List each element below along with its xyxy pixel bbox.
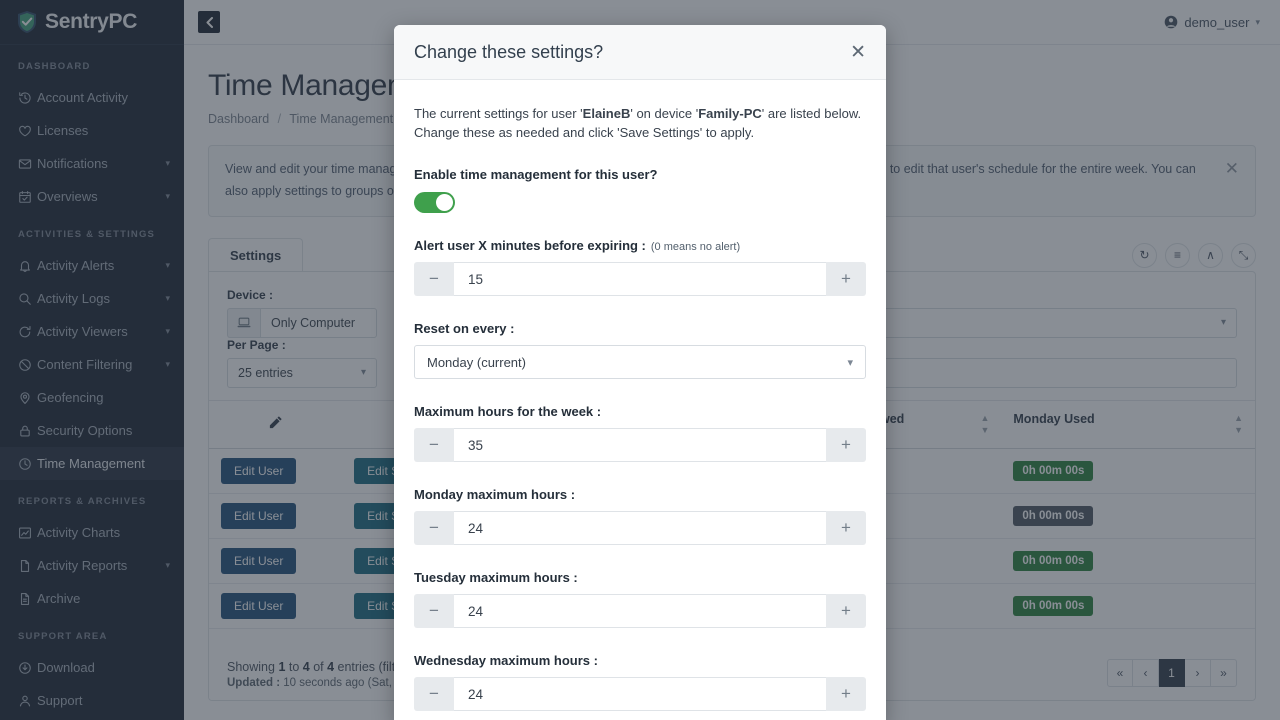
reset-select[interactable]: Monday (current) ▾ bbox=[414, 345, 866, 379]
field-enable: Enable time management for this user? bbox=[414, 167, 866, 213]
intro-device: Family-PC bbox=[698, 106, 762, 121]
reset-label: Reset on every : bbox=[414, 321, 866, 336]
wednesday-max-input[interactable]: 24 bbox=[454, 677, 826, 711]
tuesday-max-increment[interactable]: + bbox=[826, 594, 866, 628]
modal-intro: The current settings for user 'ElaineB' … bbox=[414, 104, 866, 142]
intro-user: ElaineB bbox=[583, 106, 631, 121]
app-root: SentryPC DASHBOARDAccount ActivityLicens… bbox=[0, 0, 1280, 720]
alert-minutes-decrement[interactable]: − bbox=[414, 262, 454, 296]
intro-part-2: ' on device ' bbox=[630, 106, 698, 121]
modal-body: The current settings for user 'ElaineB' … bbox=[394, 80, 886, 720]
enable-toggle[interactable] bbox=[414, 192, 455, 213]
field-alert-minutes: Alert user X minutes before expiring : (0… bbox=[414, 238, 866, 296]
modal-close-icon[interactable]: ✕ bbox=[850, 41, 866, 64]
field-wednesday-max: Wednesday maximum hours : − 24 + bbox=[414, 653, 866, 711]
tuesday-max-input[interactable]: 24 bbox=[454, 594, 826, 628]
alert-minutes-hint: (0 means no alert) bbox=[651, 241, 740, 253]
change-settings-modal: Change these settings? ✕ The current set… bbox=[394, 25, 886, 720]
field-monday-max: Monday maximum hours : − 24 + bbox=[414, 487, 866, 545]
field-tuesday-max: Tuesday maximum hours : − 24 + bbox=[414, 570, 866, 628]
wednesday-max-decrement[interactable]: − bbox=[414, 677, 454, 711]
alert-minutes-label-text: Alert user X minutes before expiring : bbox=[414, 238, 646, 253]
intro-part-1: The current settings for user ' bbox=[414, 106, 583, 121]
modal-header: Change these settings? ✕ bbox=[394, 25, 886, 80]
alert-minutes-input[interactable]: 15 bbox=[454, 262, 826, 296]
toggle-knob bbox=[436, 194, 453, 211]
field-reset-on-every: Reset on every : Monday (current) ▾ bbox=[414, 321, 866, 379]
monday-max-input[interactable]: 24 bbox=[454, 511, 826, 545]
alert-minutes-increment[interactable]: + bbox=[826, 262, 866, 296]
field-max-week: Maximum hours for the week : − 35 + bbox=[414, 404, 866, 462]
wednesday-max-spinner: − 24 + bbox=[414, 677, 866, 711]
intro-line-2: Change these as needed and click 'Save S… bbox=[414, 125, 754, 140]
monday-max-increment[interactable]: + bbox=[826, 511, 866, 545]
alert-minutes-label: Alert user X minutes before expiring : (0… bbox=[414, 238, 866, 253]
max-week-decrement[interactable]: − bbox=[414, 428, 454, 462]
max-week-increment[interactable]: + bbox=[826, 428, 866, 462]
monday-max-spinner: − 24 + bbox=[414, 511, 866, 545]
reset-value: Monday (current) bbox=[427, 355, 526, 370]
monday-max-label: Monday maximum hours : bbox=[414, 487, 866, 502]
enable-label: Enable time management for this user? bbox=[414, 167, 866, 182]
wednesday-max-increment[interactable]: + bbox=[826, 677, 866, 711]
alert-minutes-spinner: − 15 + bbox=[414, 262, 866, 296]
tuesday-max-decrement[interactable]: − bbox=[414, 594, 454, 628]
intro-part-3: ' are listed below. bbox=[762, 106, 861, 121]
tuesday-max-spinner: − 24 + bbox=[414, 594, 866, 628]
max-week-label: Maximum hours for the week : bbox=[414, 404, 866, 419]
max-week-input[interactable]: 35 bbox=[454, 428, 826, 462]
chevron-down-icon: ▾ bbox=[847, 356, 853, 369]
tuesday-max-label: Tuesday maximum hours : bbox=[414, 570, 866, 585]
monday-max-decrement[interactable]: − bbox=[414, 511, 454, 545]
modal-title: Change these settings? bbox=[414, 42, 603, 63]
wednesday-max-label: Wednesday maximum hours : bbox=[414, 653, 866, 668]
max-week-spinner: − 35 + bbox=[414, 428, 866, 462]
